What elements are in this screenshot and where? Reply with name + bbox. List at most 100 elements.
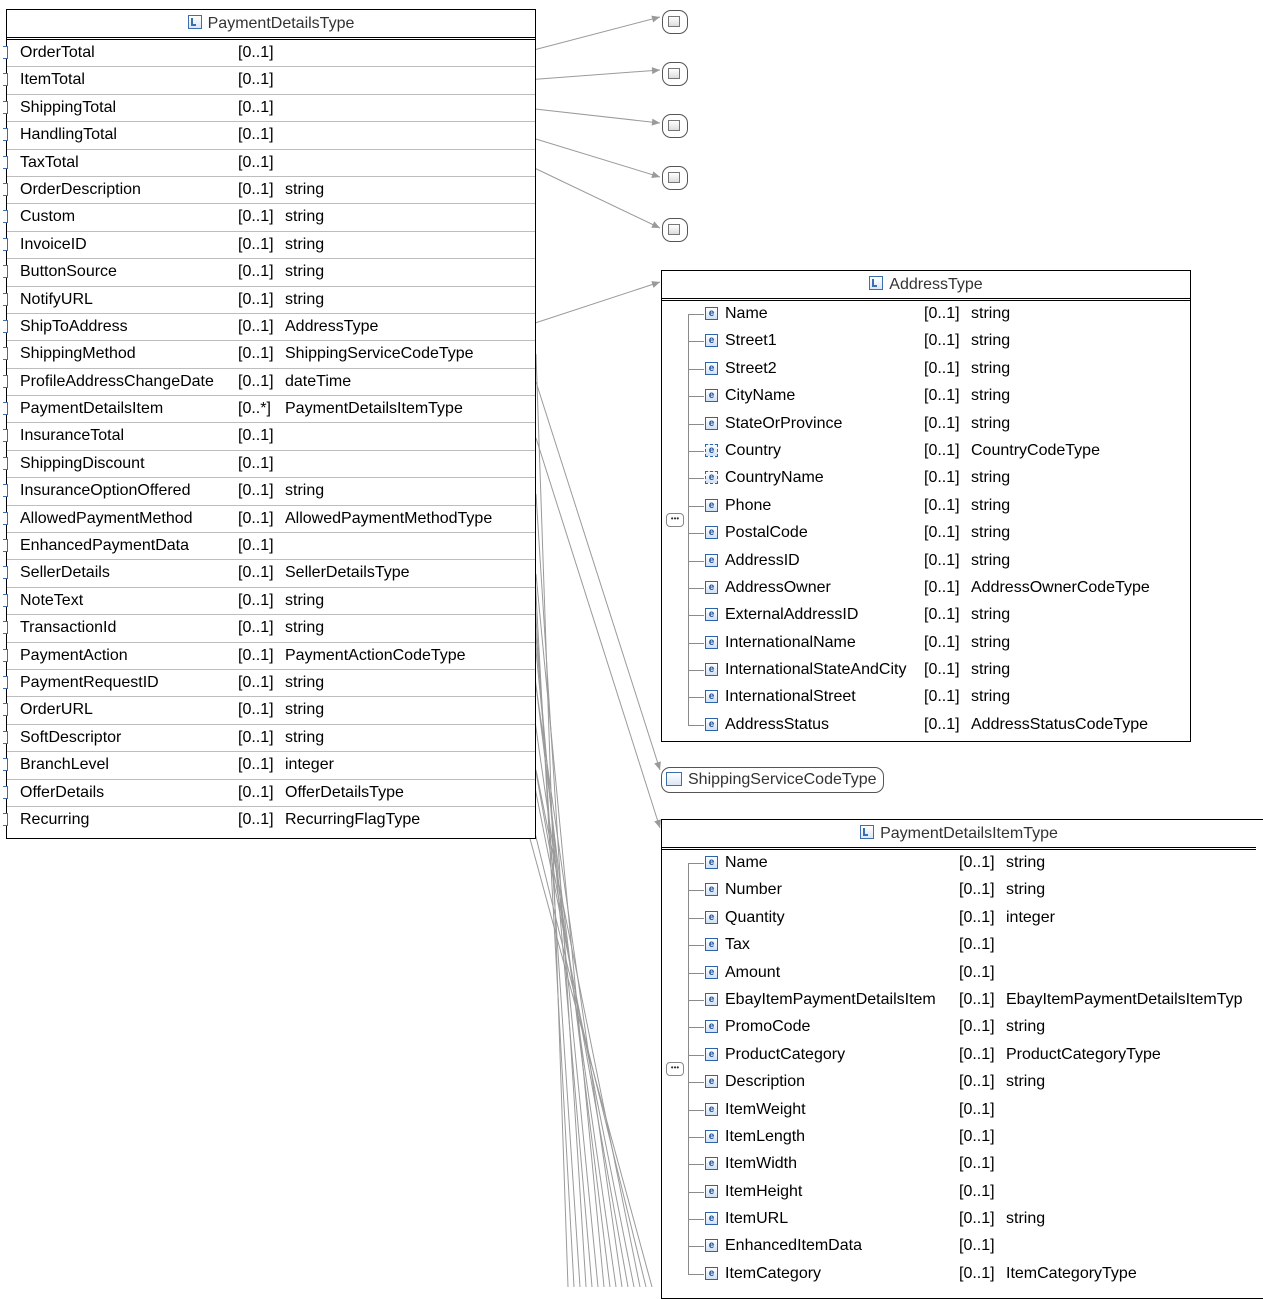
payment-item-row[interactable]: e ItemCategory [0..1] ItemCategoryType: [662, 1261, 1263, 1288]
element-marker-icon: [3, 46, 8, 59]
element-icon: e: [705, 856, 718, 869]
payment-details-row[interactable]: PaymentDetailsItem [0..*] PaymentDetailsIt…: [3, 396, 535, 424]
address-row[interactable]: e StateOrProvince [0..1] string: [662, 411, 1190, 438]
payment-details-row[interactable]: ItemTotal [0..1]: [3, 67, 535, 95]
payment-details-row[interactable]: ShipToAddress [0..1] AddressType: [3, 314, 535, 342]
payment-details-row[interactable]: SellerDetails [0..1] SellerDetailsType: [3, 560, 535, 588]
payment-details-row[interactable]: PaymentAction [0..1] PaymentActionCodeType: [3, 643, 535, 670]
payment-item-row[interactable]: e EbayItemPaymentDetailsItem [0..1] EbayIte…: [662, 987, 1263, 1014]
element-type: string: [285, 619, 325, 637]
payment-details-row[interactable]: Recurring [0..1] RecurringFlagType: [3, 807, 535, 834]
payment-item-row[interactable]: e Number [0..1] string: [662, 877, 1263, 904]
payment-item-row[interactable]: e Amount [0..1]: [662, 960, 1263, 987]
address-row[interactable]: e ExternalAddressID [0..1] string: [662, 602, 1190, 629]
payment-details-row[interactable]: OrderURL [0..1] string: [3, 697, 535, 725]
payment-details-row[interactable]: Custom [0..1] string: [3, 204, 535, 232]
payment-details-row[interactable]: InvoiceID [0..1] string: [3, 232, 535, 260]
simple-type-icon[interactable]: [662, 166, 688, 190]
element-name: ItemURL: [725, 1210, 789, 1228]
address-row[interactable]: e AddressID [0..1] string: [662, 548, 1190, 575]
payment-details-row[interactable]: ShippingTotal [0..1]: [3, 95, 535, 123]
payment-details-row[interactable]: InsuranceTotal [0..1]: [3, 423, 535, 451]
payment-details-row[interactable]: TransactionId [0..1] string: [3, 615, 535, 643]
element-cardinality: [0..1]: [238, 701, 274, 719]
address-row[interactable]: e AddressOwner [0..1] AddressOwnerCodeType: [662, 575, 1190, 602]
element-type: string: [285, 482, 325, 500]
element-cardinality: [0..1]: [238, 208, 274, 226]
payment-item-row[interactable]: e Tax [0..1]: [662, 932, 1263, 959]
payment-details-row[interactable]: HandlingTotal [0..1]: [3, 122, 535, 150]
payment-item-row[interactable]: e PromoCode [0..1] string: [662, 1014, 1263, 1041]
address-row[interactable]: e Phone [0..1] string: [662, 493, 1190, 520]
payment-details-row[interactable]: NotifyURL [0..1] string: [3, 287, 535, 314]
element-name: HandlingTotal: [20, 126, 117, 144]
payment-details-row[interactable]: InsuranceOptionOffered [0..1] string: [3, 478, 535, 506]
simple-type-icon[interactable]: [662, 218, 688, 242]
address-row[interactable]: e InternationalStateAndCity [0..1] string: [662, 657, 1190, 684]
element-cardinality: [0..1]: [924, 606, 960, 624]
address-row[interactable]: e PostalCode [0..1] string: [662, 520, 1190, 547]
address-row[interactable]: e CityName [0..1] string: [662, 383, 1190, 410]
tree-branch: [688, 587, 704, 589]
payment-details-row[interactable]: ProfileAddressChangeDate [0..1] dateTime: [3, 369, 535, 397]
tree-trunk: [688, 314, 689, 725]
payment-details-row[interactable]: PaymentRequestID [0..1] string: [3, 670, 535, 698]
element-type: string: [1006, 854, 1046, 871]
element-type: string: [1006, 1018, 1046, 1036]
payment-details-row[interactable]: ShippingDiscount [0..1]: [3, 451, 535, 479]
address-row[interactable]: e Street1 [0..1] string: [662, 328, 1190, 355]
address-row[interactable]: e Street2 [0..1] string: [662, 356, 1190, 383]
element-icon: e: [705, 663, 718, 677]
element-type: string: [1006, 881, 1046, 899]
element-name: AllowedPaymentMethod: [20, 509, 193, 527]
payment-details-row[interactable]: AllowedPaymentMethod [0..1] AllowedPayment…: [3, 506, 535, 534]
payment-item-row[interactable]: e ItemURL [0..1] string: [662, 1206, 1263, 1233]
element-cardinality: [0..1]: [238, 290, 274, 308]
element-marker-icon: [3, 265, 8, 279]
payment-details-row[interactable]: OfferDetails [0..1] OfferDetailsType: [3, 780, 535, 807]
payment-details-row[interactable]: BranchLevel [0..1] integer: [3, 752, 535, 780]
shipping-service-code-type-node[interactable]: ShippingServiceCodeType: [661, 767, 884, 793]
address-row[interactable]: e InternationalStreet [0..1] string: [662, 684, 1190, 711]
element-cardinality: [0..1]: [238, 263, 274, 281]
payment-item-row[interactable]: e ItemLength [0..1]: [662, 1124, 1263, 1151]
simple-type-icon[interactable]: [662, 62, 688, 86]
address-row[interactable]: e InternationalName [0..1] string: [662, 630, 1190, 657]
address-row[interactable]: e AddressStatus [0..1] AddressStatusCodeTyp…: [662, 712, 1190, 739]
payment-details-row[interactable]: ShippingMethod [0..1] ShippingServiceCodeT…: [3, 341, 535, 369]
tree-trunk: [688, 863, 689, 1274]
payment-item-row[interactable]: e Name [0..1] string: [662, 850, 1263, 877]
payment-item-row[interactable]: e Quantity [0..1] integer: [662, 905, 1263, 932]
payment-details-type-title: PaymentDetailsType: [207, 15, 355, 32]
payment-item-row[interactable]: e EnhancedItemData [0..1]: [662, 1233, 1263, 1260]
element-name: ExternalAddressID: [725, 606, 859, 624]
element-name: SellerDetails: [20, 564, 110, 582]
payment-item-row[interactable]: e ItemHeight [0..1]: [662, 1179, 1263, 1206]
address-row[interactable]: e CountryName [0..1] string: [662, 465, 1190, 492]
address-row[interactable]: e Country [0..1] CountryCodeType: [662, 438, 1190, 465]
address-row[interactable]: e Name [0..1] string: [662, 301, 1190, 328]
payment-details-row[interactable]: TaxTotal [0..1]: [3, 150, 535, 177]
payment-item-row[interactable]: e Description [0..1] string: [662, 1069, 1263, 1096]
connector-arrowhead: [651, 15, 660, 23]
payment-details-row[interactable]: SoftDescriptor [0..1] string: [3, 725, 535, 753]
simple-type-icon[interactable]: [662, 114, 688, 138]
element-name: CountryName: [725, 469, 824, 487]
element-type: string: [285, 673, 325, 691]
payment-details-row[interactable]: ButtonSource [0..1] string: [3, 259, 535, 287]
sequence-icon[interactable]: •••: [666, 513, 684, 528]
simple-type-icon[interactable]: [662, 10, 688, 34]
element-name: Tax: [725, 936, 750, 954]
payment-item-row[interactable]: e ItemWeight [0..1]: [662, 1097, 1263, 1124]
payment-details-row[interactable]: OrderDescription [0..1] string: [3, 177, 535, 205]
payment-item-row[interactable]: e ItemWidth [0..1]: [662, 1151, 1263, 1178]
element-cardinality: [0..1]: [959, 963, 995, 981]
element-icon: e: [705, 334, 718, 348]
sequence-icon[interactable]: •••: [666, 1062, 684, 1077]
payment-details-row[interactable]: OrderTotal [0..1]: [3, 40, 535, 68]
payment-item-row[interactable]: e ProductCategory [0..1] ProductCategoryTyp…: [662, 1042, 1263, 1069]
payment-details-row[interactable]: EnhancedPaymentData [0..1]: [3, 533, 535, 561]
payment-details-row[interactable]: NoteText [0..1] string: [3, 588, 535, 616]
element-icon: e: [705, 307, 718, 320]
element-name: Custom: [20, 208, 76, 226]
